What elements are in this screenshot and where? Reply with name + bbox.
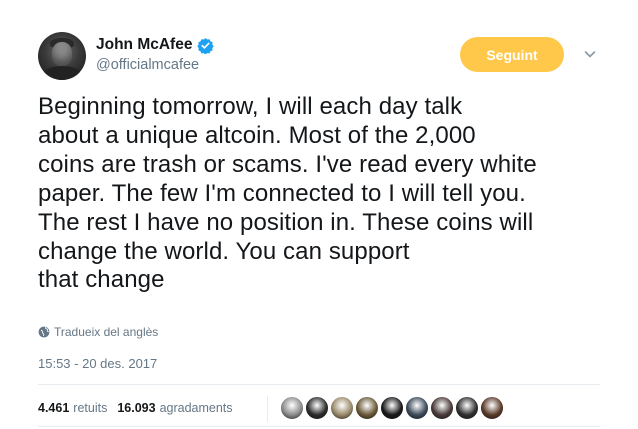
verified-badge-icon	[197, 37, 215, 54]
author-display-name[interactable]: John McAfee	[96, 36, 192, 54]
liker-avatar[interactable]	[430, 396, 454, 420]
likes-count: 16.093	[117, 401, 156, 415]
liker-avatar[interactable]	[330, 396, 354, 420]
author-handle[interactable]: @officialmcafee	[96, 57, 199, 73]
divider	[38, 384, 600, 385]
likes-label: agradaments	[159, 401, 233, 415]
liker-avatar[interactable]	[405, 396, 429, 420]
following-button[interactable]: Seguint	[460, 37, 564, 72]
liker-avatar[interactable]	[455, 396, 479, 420]
liker-avatar[interactable]	[280, 396, 304, 420]
chevron-down-icon[interactable]	[582, 46, 598, 62]
globe-icon	[38, 326, 50, 338]
retweets-count: 4.461	[38, 401, 70, 415]
translate-tweet-link[interactable]: Tradueix del anglès	[38, 325, 158, 339]
tweet-card: John McAfee @officialmcafee Seguint Begi…	[0, 0, 638, 429]
liker-avatar[interactable]	[355, 396, 379, 420]
avatar-face	[52, 42, 72, 66]
retweets-stat[interactable]: 4.461 retuits	[38, 401, 107, 415]
liker-avatars	[280, 396, 505, 420]
avatar-shoulders	[42, 66, 82, 80]
tweet-text: Beginning tomorrow, I will each day talk…	[38, 93, 537, 294]
likes-stat[interactable]: 16.093 agradaments	[117, 401, 232, 415]
translate-label: Tradueix del anglès	[54, 325, 159, 339]
retweets-label: retuits	[73, 401, 108, 415]
liker-avatar[interactable]	[305, 396, 329, 420]
tweet-timestamp[interactable]: 15:53 - 20 des. 2017	[38, 356, 157, 371]
tweet-stats: 4.461 retuits 16.093 agradaments	[38, 401, 233, 415]
avatar[interactable]	[38, 32, 86, 80]
divider	[38, 426, 600, 427]
author-name-row: John McAfee	[96, 36, 215, 54]
liker-avatar[interactable]	[480, 396, 504, 420]
liker-avatar[interactable]	[380, 396, 404, 420]
stats-separator	[267, 396, 268, 422]
